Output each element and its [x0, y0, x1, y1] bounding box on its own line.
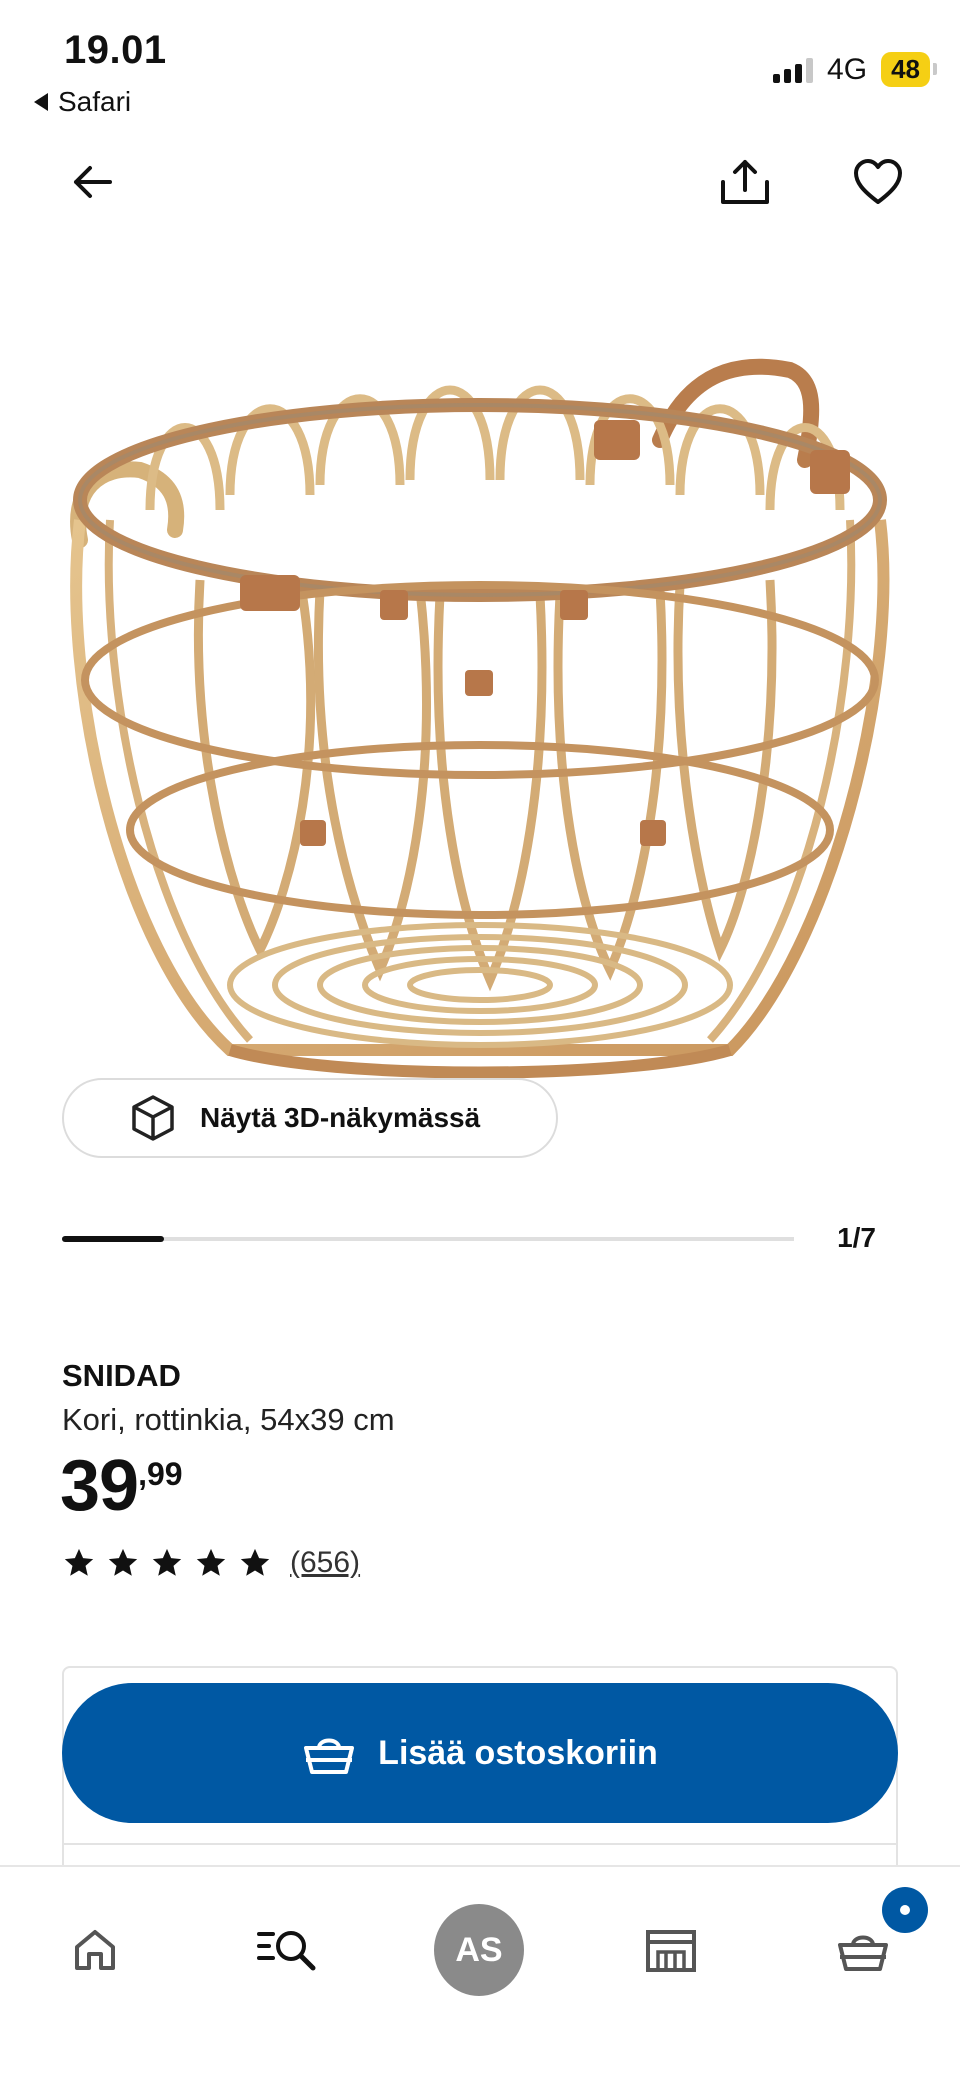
view-3d-label: Näytä 3D-näkymässä: [200, 1102, 481, 1133]
cellular-signal-icon: [773, 57, 814, 83]
price-decimal: ,99: [138, 1456, 183, 1492]
battery-indicator: 48: [881, 52, 937, 87]
product-rating[interactable]: (656): [62, 1546, 360, 1580]
cart-icon: [838, 1935, 888, 1971]
status-time: 19.01: [64, 28, 167, 72]
star-icon: [152, 1548, 182, 1576]
home-icon: [75, 1930, 115, 1970]
basket-icon: [304, 1738, 355, 1774]
cube-3d-icon: [132, 1095, 174, 1141]
heart-icon: [854, 159, 902, 204]
network-type: 4G: [827, 52, 868, 86]
add-to-cart-button[interactable]: Lisää ostoskoriin: [62, 1683, 898, 1823]
cart-badge: [882, 1887, 928, 1933]
back-app-label: Safari: [58, 86, 132, 117]
gallery-progress: [62, 1236, 794, 1242]
view-3d-button[interactable]: Näytä 3D-näkymässä: [62, 1078, 558, 1158]
store-icon: [646, 1930, 696, 1972]
product-name: SNIDAD: [62, 1358, 181, 1393]
tab-store[interactable]: [626, 1905, 716, 1995]
back-button[interactable]: [60, 150, 124, 214]
status-indicators: 4G 48: [773, 52, 937, 87]
favorite-button[interactable]: [846, 150, 910, 214]
gallery-progress-fill: [62, 1236, 165, 1242]
price-integer: 39: [60, 1446, 139, 1526]
search-icon: [257, 1931, 316, 1971]
back-triangle-icon: [34, 93, 48, 111]
add-to-cart-label: Lisää ostoskoriin: [378, 1733, 658, 1772]
star-icon: [108, 1548, 138, 1576]
tab-home[interactable]: [50, 1905, 140, 1995]
star-icon: [64, 1548, 94, 1576]
share-button[interactable]: [713, 150, 777, 214]
product-price: 39 ,99: [60, 1450, 183, 1522]
profile-avatar: AS: [434, 1904, 524, 1996]
gallery-pager: 1/7: [837, 1222, 876, 1253]
tab-cart[interactable]: [818, 1887, 928, 1995]
tab-search[interactable]: [242, 1905, 332, 1995]
product-image[interactable]: [0, 250, 960, 1120]
arrow-left-icon: [74, 166, 112, 198]
star-icon: [196, 1548, 226, 1576]
panel-divider: [62, 1843, 898, 1845]
share-icon: [721, 160, 769, 204]
product-description: Kori, rottinkia, 54x39 cm: [62, 1402, 395, 1437]
star-icon: [240, 1548, 270, 1576]
tab-profile[interactable]: AS: [434, 1904, 524, 1996]
review-count-link[interactable]: (656): [290, 1546, 360, 1580]
bottom-tab-bar: AS: [0, 1865, 960, 2081]
back-to-safari[interactable]: Safari: [34, 86, 131, 118]
